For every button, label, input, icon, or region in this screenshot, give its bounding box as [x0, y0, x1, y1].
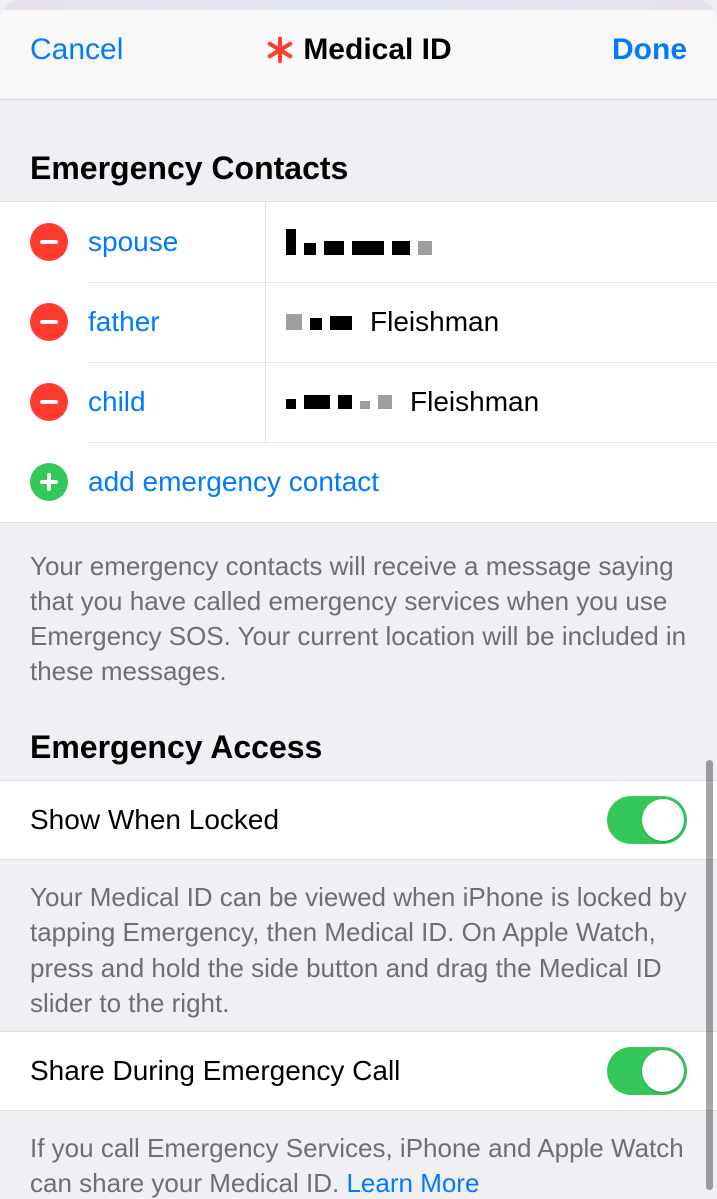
minus-icon: [40, 400, 58, 404]
contacts-footnote: Your emergency contacts will receive a m…: [0, 523, 717, 699]
redacted-name: [286, 229, 432, 255]
minus-icon: [40, 320, 58, 324]
sheet-backdrop-hint: [0, 0, 717, 10]
contact-relation[interactable]: child: [88, 386, 266, 418]
plus-icon: [40, 473, 58, 491]
redacted-name: [286, 395, 392, 409]
contact-row[interactable]: spouse: [0, 202, 717, 282]
show-when-locked-row: Show When Locked: [0, 780, 717, 860]
delete-contact-button[interactable]: [30, 383, 68, 421]
contact-name-text: Fleishman: [370, 306, 499, 338]
navbar: Cancel Medical ID Done: [0, 0, 717, 100]
page-title: Medical ID: [303, 33, 451, 67]
show-when-locked-label: Show When Locked: [30, 804, 279, 836]
contact-name-text: Fleishman: [410, 386, 539, 418]
emergency-contacts-group: spouse father: [0, 201, 717, 523]
section-header-contacts: Emergency Contacts: [0, 100, 717, 201]
switch-knob: [642, 1050, 684, 1092]
contact-relation[interactable]: father: [88, 306, 266, 338]
column-divider: [265, 202, 266, 282]
switch-knob: [642, 799, 684, 841]
contact-name: Fleishman: [266, 386, 539, 418]
learn-more-link[interactable]: Learn More: [346, 1168, 479, 1198]
show-when-locked-footnote: Your Medical ID can be viewed when iPhon…: [0, 860, 717, 1030]
minus-icon: [40, 240, 58, 244]
contact-name: Fleishman: [266, 306, 499, 338]
scrollbar[interactable]: [706, 760, 713, 1190]
section-header-access: Emergency Access: [0, 699, 717, 780]
add-contact-button[interactable]: [30, 463, 68, 501]
add-contact-label[interactable]: add emergency contact: [88, 466, 379, 498]
column-divider: [265, 362, 266, 442]
share-during-call-footnote: If you call Emergency Services, iPhone a…: [0, 1111, 717, 1199]
show-when-locked-switch[interactable]: [607, 796, 687, 844]
share-during-call-label: Share During Emergency Call: [30, 1055, 400, 1087]
column-divider: [265, 282, 266, 362]
delete-contact-button[interactable]: [30, 303, 68, 341]
contact-name: [266, 229, 450, 255]
done-button[interactable]: Done: [612, 33, 687, 67]
delete-contact-button[interactable]: [30, 223, 68, 261]
contact-relation[interactable]: spouse: [88, 226, 266, 258]
add-contact-row[interactable]: add emergency contact: [0, 442, 717, 522]
contact-row[interactable]: father Fleishman: [0, 282, 717, 362]
contact-row[interactable]: child Fleishman: [0, 362, 717, 442]
cancel-button[interactable]: Cancel: [30, 33, 123, 67]
share-during-call-row: Share During Emergency Call: [0, 1031, 717, 1111]
share-during-call-switch[interactable]: [607, 1047, 687, 1095]
medical-id-icon: [265, 35, 295, 65]
redacted-name: [286, 314, 352, 330]
